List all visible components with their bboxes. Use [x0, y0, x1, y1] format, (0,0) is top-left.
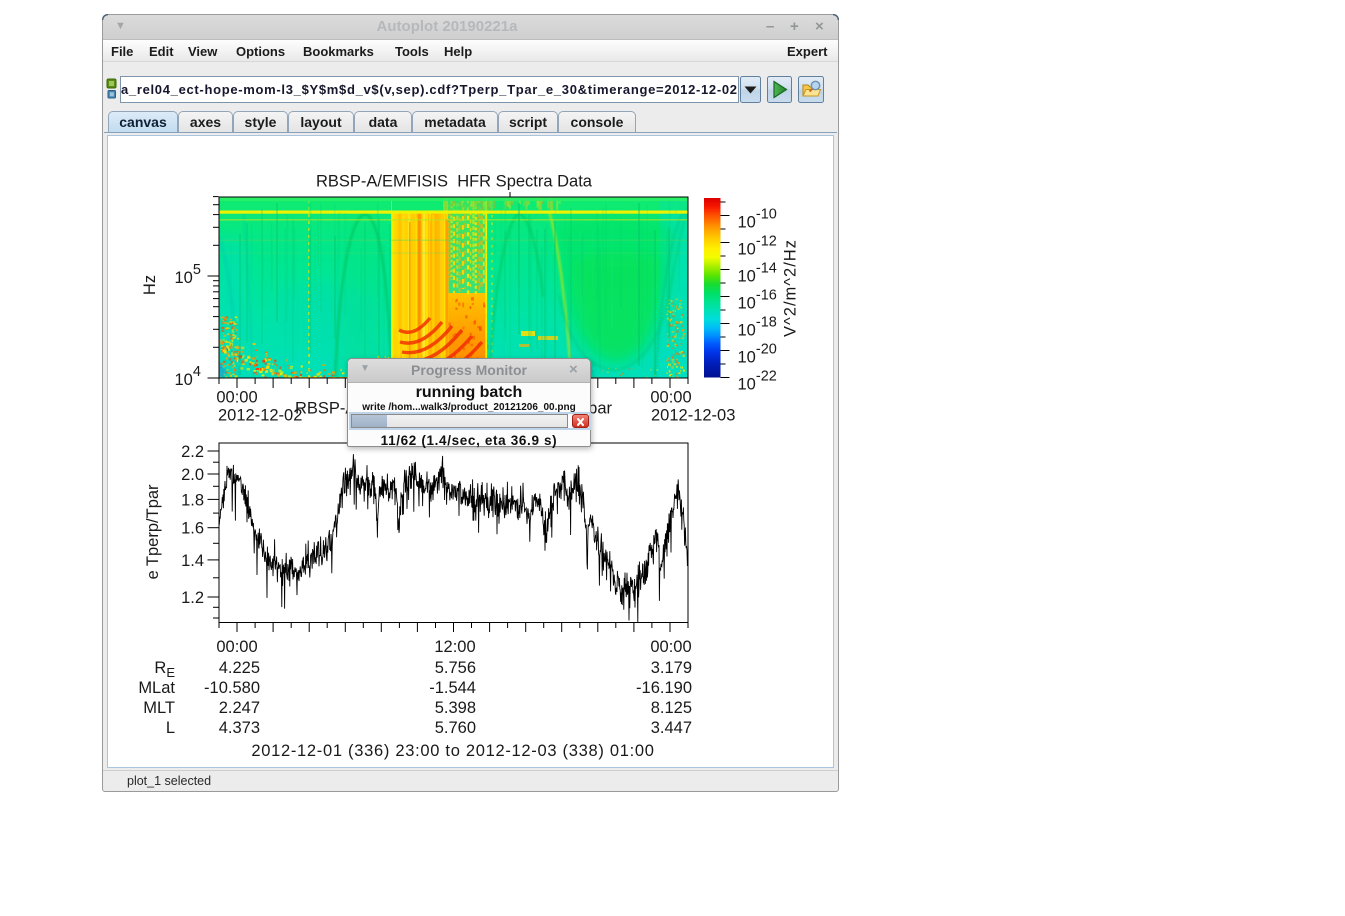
svg-text:-10.580: -10.580: [204, 679, 260, 697]
svg-text:MLT: MLT: [143, 699, 175, 717]
svg-text:3.447: 3.447: [651, 719, 692, 737]
svg-text:1.4: 1.4: [181, 552, 204, 570]
svg-text:10-14: 10-14: [738, 261, 777, 286]
svg-text:RE: RE: [154, 659, 175, 680]
svg-text:e Tperp/Tpar: e Tperp/Tpar: [144, 484, 162, 580]
svg-text:2.2: 2.2: [181, 443, 204, 461]
svg-text:00:00: 00:00: [216, 638, 257, 656]
svg-text:RBSP-A/EMFISIS HFR Spectra Da: RBSP-A/EMFISIS HFR Spectra Data: [316, 173, 593, 191]
svg-text:1.8: 1.8: [181, 491, 204, 509]
svg-text:2012-12-03: 2012-12-03: [651, 407, 735, 425]
svg-text:-1.544: -1.544: [429, 679, 476, 697]
svg-text:1.2: 1.2: [181, 589, 204, 607]
svg-text:5.398: 5.398: [435, 699, 476, 717]
svg-text:104: 104: [175, 364, 201, 389]
svg-text:10-18: 10-18: [738, 315, 777, 340]
svg-text:3.179: 3.179: [651, 659, 692, 677]
svg-text:2.247: 2.247: [219, 699, 260, 717]
svg-text:10-20: 10-20: [738, 342, 777, 367]
svg-text:10-16: 10-16: [738, 288, 777, 313]
svg-text:10-22: 10-22: [738, 369, 777, 394]
svg-text:5.760: 5.760: [435, 719, 476, 737]
svg-text:00:00: 00:00: [650, 638, 691, 656]
svg-text:5.756: 5.756: [435, 659, 476, 677]
svg-text:10-12: 10-12: [738, 234, 777, 259]
svg-text:00:00: 00:00: [216, 389, 257, 407]
svg-text:10-10: 10-10: [738, 207, 777, 232]
svg-text:105: 105: [175, 262, 201, 287]
svg-text:12:00: 12:00: [434, 638, 475, 656]
svg-text:4.225: 4.225: [219, 659, 260, 677]
svg-text:2012-12-02: 2012-12-02: [218, 407, 302, 425]
svg-text:1.6: 1.6: [181, 520, 204, 538]
svg-text:-16.190: -16.190: [636, 679, 692, 697]
svg-text:00:00: 00:00: [650, 389, 691, 407]
svg-text:4.373: 4.373: [219, 719, 260, 737]
svg-text:2.0: 2.0: [181, 466, 204, 484]
svg-text:MLat: MLat: [138, 679, 175, 697]
svg-text:2012-12-01 (336) 23:00 to 2012: 2012-12-01 (336) 23:00 to 2012-12-03 (33…: [251, 742, 654, 760]
svg-text:L: L: [166, 719, 175, 737]
svg-text:V^2/m^2/Hz: V^2/m^2/Hz: [782, 239, 800, 337]
svg-text:Hz: Hz: [141, 275, 159, 295]
svg-text:8.125: 8.125: [651, 699, 692, 717]
